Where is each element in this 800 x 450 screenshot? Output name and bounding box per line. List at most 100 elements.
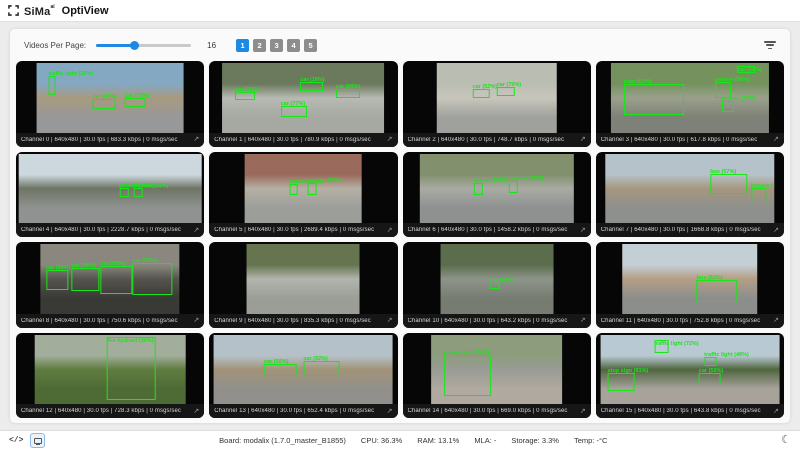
- expand-icon[interactable]: ↗: [387, 317, 393, 324]
- video-tile-channel-3[interactable]: train (61%)car (22%)person (60%)person (…: [596, 61, 784, 147]
- detection-label: car (18%): [300, 77, 324, 83]
- video-tile-channel-1[interactable]: car (18%)car (68%)car (77%)car (35%) Cha…: [209, 61, 397, 147]
- video-tile-channel-6[interactable]: person (49%)person (55%) Channel 6 | 640…: [403, 152, 591, 238]
- video-thumbnail: person (62%)person (58%): [245, 154, 362, 224]
- detection-box: car (22%): [737, 66, 754, 73]
- video-wall-card: Videos Per Page: 16 12345 traffic light …: [10, 29, 790, 423]
- expand-icon[interactable]: ↗: [773, 227, 779, 234]
- detection-box: bicycle (41%): [751, 188, 766, 202]
- videos-per-page-label: Videos Per Page:: [24, 41, 86, 50]
- video-thumbnail: train (61%)car (22%)person (60%)person (…: [611, 63, 769, 133]
- detection-label: motorcycle (64%): [444, 350, 490, 356]
- channel-status-bar: Channel 13 | 640x480 | 30.0 fps | 652.4 …: [209, 404, 397, 418]
- video-thumbnail: car (86%)car (95%)car (93%)car (90%): [40, 244, 179, 314]
- channel-status-text: Channel 6 | 640x480 | 30.0 fps | 1458.2 …: [408, 227, 568, 233]
- detection-box: car (61%): [92, 99, 115, 109]
- filter-list-icon[interactable]: [763, 40, 776, 50]
- channel-status-text: Channel 2 | 640x480 | 30.0 fps | 748.7 k…: [408, 137, 565, 143]
- expand-icon[interactable]: ↗: [580, 227, 586, 234]
- channel-status-text: Channel 11 | 640x480 | 30.0 fps | 752.8 …: [601, 318, 761, 324]
- video-tile-channel-4[interactable]: person (45%)person (51%) Channel 4 | 640…: [16, 152, 204, 238]
- page-button-2[interactable]: 2: [253, 39, 266, 52]
- video-tile-channel-15[interactable]: traffic light (72%)traffic light (48%)st…: [596, 333, 784, 419]
- channel-status-text: Channel 13 | 640x480 | 30.0 fps | 652.4 …: [214, 408, 374, 414]
- video-tile-channel-2[interactable]: car (52%)car (79%) Channel 2 | 640x480 |…: [403, 61, 591, 147]
- detection-box: car (95%): [71, 268, 99, 292]
- video-thumbnail: traffic light (72%)traffic light (48%)st…: [600, 335, 779, 405]
- expand-icon[interactable]: ↗: [580, 408, 586, 415]
- channel-status-bar: Channel 11 | 640x480 | 30.0 fps | 752.8 …: [596, 314, 784, 328]
- detection-box: person (32%): [722, 101, 735, 112]
- page-button-4[interactable]: 4: [287, 39, 300, 52]
- video-tile-channel-12[interactable]: fire hydrant (30%) Channel 12 | 640x480 …: [16, 333, 204, 419]
- detection-box: car (52%): [473, 89, 490, 97]
- video-tile-channel-7[interactable]: bus (57%)bicycle (41%) Channel 7 | 640x4…: [596, 152, 784, 238]
- expand-icon[interactable]: ↗: [580, 136, 586, 143]
- detection-box: car (59%): [699, 373, 720, 383]
- expand-icon[interactable]: ↗: [193, 317, 199, 324]
- cpu-stat: CPU: 36.3%: [361, 436, 402, 445]
- detection-box: car (35%): [235, 92, 254, 100]
- ram-stat: RAM: 13.1%: [417, 436, 459, 445]
- video-tile-channel-13[interactable]: car (56%)car (92%) Channel 13 | 640x480 …: [209, 333, 397, 419]
- expand-icon[interactable]: ↗: [387, 227, 393, 234]
- video-tile-channel-9[interactable]: Channel 9 | 640x480 | 30.0 fps | 835.3 k…: [209, 242, 397, 328]
- expand-icon[interactable]: ↗: [773, 408, 779, 415]
- detection-box: car (93%): [100, 266, 132, 294]
- dark-mode-toggle-icon[interactable]: ☾: [781, 435, 791, 446]
- video-tile-channel-11[interactable]: bus (52%) Channel 11 | 640x480 | 30.0 fp…: [596, 242, 784, 328]
- detection-label: traffic light (72%): [654, 341, 699, 347]
- expand-icon[interactable]: ↗: [193, 408, 199, 415]
- expand-icon[interactable]: ↗: [580, 317, 586, 324]
- slider-thumb[interactable]: [130, 41, 139, 50]
- channel-status-text: Channel 1 | 640x480 | 30.0 fps | 780.9 k…: [214, 137, 371, 143]
- page-button-3[interactable]: 3: [270, 39, 283, 52]
- expand-icon[interactable]: ↗: [773, 317, 779, 324]
- video-thumbnail: fire hydrant (30%): [35, 335, 186, 405]
- footer-left-tools: </>: [9, 433, 45, 448]
- channel-status-bar: Channel 2 | 640x480 | 30.0 fps | 748.7 k…: [403, 133, 591, 147]
- expand-icon[interactable]: ↗: [387, 408, 393, 415]
- detection-box: person (45%): [119, 188, 128, 197]
- detection-box: person (55%): [509, 181, 518, 193]
- detection-label: person (32%): [722, 96, 757, 102]
- detection-box: person (49%): [473, 183, 482, 195]
- channel-status-bar: Channel 14 | 640x480 | 30.0 fps | 669.0 …: [403, 404, 591, 418]
- channel-status-bar: Channel 9 | 640x480 | 30.0 fps | 835.3 k…: [209, 314, 397, 328]
- detection-label: car (77%): [281, 101, 305, 107]
- video-tile-channel-0[interactable]: traffic light (29%)car (61%)car (73%) Ch…: [16, 61, 204, 147]
- expand-icon[interactable]: ↗: [387, 136, 393, 143]
- video-thumbnail: car (48%): [440, 244, 553, 314]
- detection-label: car (56%): [264, 359, 288, 365]
- detection-box: fire hydrant (30%): [107, 337, 155, 400]
- detection-label: person (49%): [473, 178, 508, 184]
- detection-box: car (18%): [300, 82, 323, 91]
- detection-box: car (73%): [125, 98, 146, 107]
- video-thumbnail: motorcycle (64%): [431, 335, 563, 405]
- video-view-button[interactable]: [30, 433, 45, 448]
- code-view-icon[interactable]: </>: [9, 436, 23, 445]
- video-thumbnail: bus (57%)bicycle (41%): [605, 154, 774, 224]
- video-tile-channel-5[interactable]: person (62%)person (58%) Channel 5 | 640…: [209, 152, 397, 238]
- video-tile-channel-8[interactable]: car (86%)car (95%)car (93%)car (90%) Cha…: [16, 242, 204, 328]
- mla-stat: MLA: -: [474, 436, 496, 445]
- expand-icon[interactable]: ↗: [193, 227, 199, 234]
- detection-label: traffic light (29%): [48, 71, 93, 77]
- expand-icon[interactable]: ↗: [193, 136, 199, 143]
- detection-label: traffic light (48%): [704, 352, 749, 358]
- page-button-1[interactable]: 1: [236, 39, 249, 52]
- videos-per-page-slider[interactable]: [96, 39, 191, 51]
- detection-box: person (62%): [289, 184, 297, 195]
- channel-status-bar: Channel 5 | 640x480 | 30.0 fps | 2689.4 …: [209, 223, 397, 237]
- detection-label: car (95%): [71, 263, 95, 269]
- video-tile-channel-10[interactable]: car (48%) Channel 10 | 640x480 | 30.0 fp…: [403, 242, 591, 328]
- detection-box: train (61%): [623, 84, 683, 115]
- detection-label: bus (52%): [697, 275, 723, 281]
- detection-label: bicycle (41%): [751, 183, 775, 189]
- channel-status-bar: Channel 6 | 640x480 | 30.0 fps | 1458.2 …: [403, 223, 591, 237]
- detection-label: car (93%): [100, 261, 124, 267]
- expand-icon[interactable]: ↗: [773, 136, 779, 143]
- page-button-5[interactable]: 5: [304, 39, 317, 52]
- temp-stat: Temp: -°C: [574, 436, 607, 445]
- video-tile-channel-14[interactable]: motorcycle (64%) Channel 14 | 640x480 | …: [403, 333, 591, 419]
